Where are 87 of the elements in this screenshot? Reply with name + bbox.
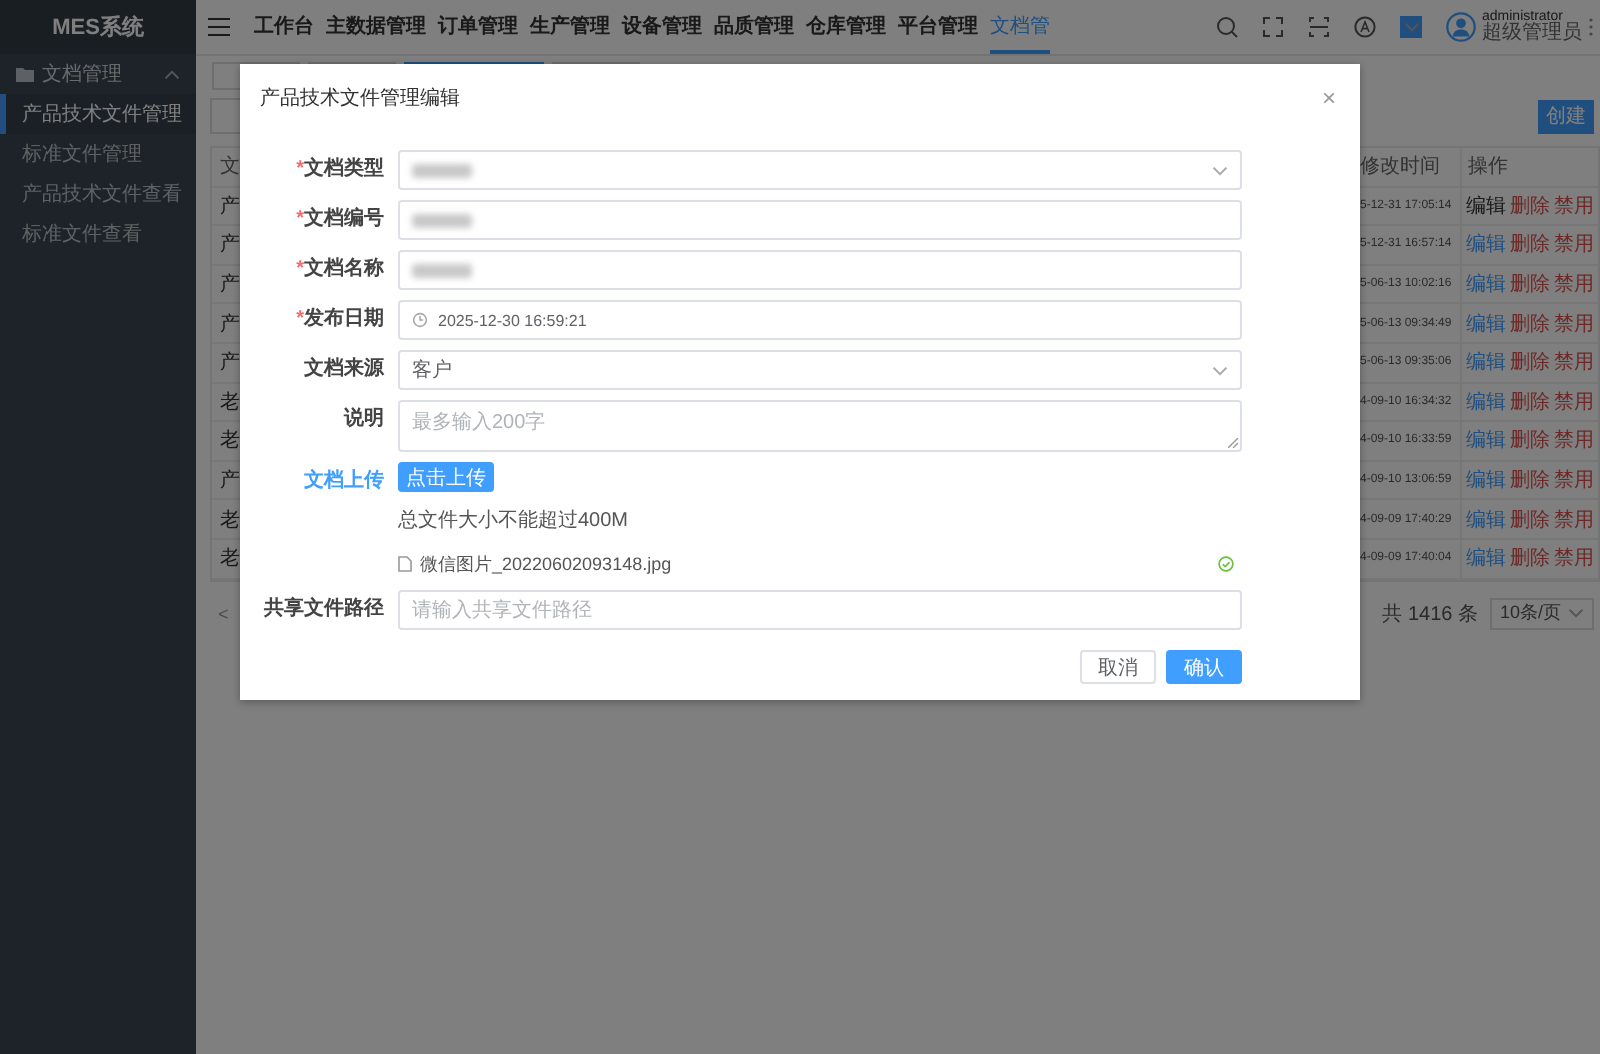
field-label: *文档编号 bbox=[294, 205, 384, 234]
delete-link[interactable]: 删除 bbox=[1510, 230, 1550, 259]
upload-button[interactable]: 点击上传 bbox=[398, 462, 494, 492]
disable-link[interactable]: 禁用 bbox=[1554, 505, 1594, 534]
fullscreen-icon[interactable] bbox=[1262, 16, 1284, 38]
sidebar-item[interactable]: 产品技术文件查看 bbox=[0, 174, 196, 214]
disable-link[interactable]: 禁用 bbox=[1554, 544, 1594, 573]
sidebar-group[interactable]: 文档管理 bbox=[0, 54, 196, 94]
app-title: MES系统 bbox=[0, 0, 196, 54]
nav-item[interactable]: 生产管理 bbox=[530, 0, 610, 54]
caret-icon bbox=[1403, 22, 1419, 32]
edit-link[interactable]: 编辑 bbox=[1466, 270, 1506, 299]
delete-link[interactable]: 删除 bbox=[1510, 466, 1550, 495]
folder-icon bbox=[16, 67, 34, 81]
nav-item[interactable]: 品质管理 bbox=[714, 0, 794, 54]
edit-link[interactable]: 编辑 bbox=[1466, 348, 1506, 377]
nav-item[interactable]: 主数据管理 bbox=[326, 0, 426, 54]
user-role: 超级管理员 bbox=[1482, 23, 1582, 45]
avatar-icon[interactable] bbox=[1446, 12, 1476, 42]
nav-item[interactable]: 订单管理 bbox=[438, 0, 518, 54]
document-icon bbox=[398, 556, 412, 572]
disable-link[interactable]: 禁用 bbox=[1554, 191, 1594, 220]
disable-link[interactable]: 禁用 bbox=[1554, 387, 1594, 416]
sidebar-item[interactable]: 标准文件管理 bbox=[0, 134, 196, 174]
resize-grip-icon bbox=[1228, 438, 1238, 448]
menu-icon[interactable] bbox=[208, 18, 230, 36]
file-name[interactable]: 微信图片_20220602093148.jpg bbox=[420, 551, 672, 577]
field-label: 共享文件路径 bbox=[262, 594, 384, 624]
dropdown-caret-icon bbox=[1212, 365, 1228, 375]
delete-link[interactable]: 删除 bbox=[1510, 348, 1550, 377]
cancel-button[interactable]: 取消 bbox=[1080, 650, 1156, 684]
clock-icon bbox=[412, 312, 428, 328]
delete-link[interactable]: 删除 bbox=[1510, 505, 1550, 534]
disable-link[interactable]: 禁用 bbox=[1554, 466, 1594, 495]
column-header: 操作 bbox=[1462, 148, 1598, 188]
field-label: *发布日期 bbox=[294, 305, 384, 334]
field-label: *文档类型 bbox=[294, 155, 384, 184]
nav-item[interactable]: 仓库管理 bbox=[806, 0, 886, 54]
field-label: 说明 bbox=[341, 405, 384, 434]
total-count: 共 1416 条 bbox=[1382, 601, 1478, 628]
delete-link[interactable]: 删除 bbox=[1510, 426, 1550, 455]
nav-item[interactable]: 文档管 bbox=[990, 0, 1050, 54]
disable-link[interactable]: 禁用 bbox=[1554, 309, 1594, 338]
upload-hint: 总文件大小不能超过400M bbox=[398, 507, 631, 534]
prev-page-button[interactable]: < bbox=[218, 603, 229, 624]
search-icon[interactable] bbox=[1216, 16, 1238, 38]
close-button[interactable]: × bbox=[1321, 84, 1336, 112]
delete-link[interactable]: 删除 bbox=[1510, 270, 1550, 299]
field-label: *文档名称 bbox=[294, 255, 384, 284]
nav-item[interactable]: 平台管理 bbox=[898, 0, 978, 54]
input-field[interactable] bbox=[398, 200, 1242, 240]
edit-link[interactable]: 编辑 bbox=[1466, 230, 1506, 259]
caret-icon bbox=[1568, 608, 1584, 619]
edit-link[interactable]: 编辑 bbox=[1466, 309, 1506, 338]
page-size-select[interactable]: 10条/页 bbox=[1490, 597, 1594, 630]
delete-link[interactable]: 删除 bbox=[1510, 309, 1550, 338]
create-button[interactable]: 创建 bbox=[1538, 99, 1594, 133]
edit-link[interactable]: 编辑 bbox=[1466, 426, 1506, 455]
edit-link[interactable]: 编辑 bbox=[1466, 191, 1506, 220]
dropdown-caret-icon bbox=[1212, 165, 1228, 175]
edit-link[interactable]: 编辑 bbox=[1466, 466, 1506, 495]
disable-link[interactable]: 禁用 bbox=[1554, 230, 1594, 259]
sidebar-item[interactable]: 标准文件查看 bbox=[0, 214, 196, 254]
textarea-field[interactable]: 最多输入200字 bbox=[398, 400, 1242, 452]
disable-link[interactable]: 禁用 bbox=[1554, 348, 1594, 377]
edit-link[interactable]: 编辑 bbox=[1466, 505, 1506, 534]
input-field[interactable]: 请输入共享文件路径 bbox=[398, 590, 1242, 630]
nav-item[interactable]: 工作台 bbox=[254, 0, 314, 54]
delete-link[interactable]: 删除 bbox=[1510, 387, 1550, 416]
field-label: 文档上传 bbox=[302, 467, 384, 496]
edit-link[interactable]: 编辑 bbox=[1466, 387, 1506, 416]
confirm-button[interactable]: 确认 bbox=[1166, 650, 1242, 684]
font-size-icon[interactable] bbox=[1354, 16, 1376, 38]
input-field[interactable] bbox=[398, 250, 1242, 290]
delete-link[interactable]: 删除 bbox=[1510, 191, 1550, 220]
edit-link[interactable]: 编辑 bbox=[1466, 544, 1506, 573]
scan-icon[interactable] bbox=[1308, 16, 1330, 38]
date-field[interactable]: 2025-12-30 16:59:21 bbox=[398, 300, 1242, 340]
nav-item[interactable]: 设备管理 bbox=[622, 0, 702, 54]
collapse-caret-icon bbox=[164, 69, 180, 79]
select-field[interactable]: 客户 bbox=[398, 350, 1242, 390]
disable-link[interactable]: 禁用 bbox=[1554, 426, 1594, 455]
field-label: 文档来源 bbox=[302, 355, 384, 384]
dialog-title: 产品技术文件管理编辑 bbox=[260, 85, 460, 112]
disable-link[interactable]: 禁用 bbox=[1554, 270, 1594, 299]
select-field[interactable] bbox=[398, 150, 1242, 190]
delete-link[interactable]: 删除 bbox=[1510, 544, 1550, 573]
